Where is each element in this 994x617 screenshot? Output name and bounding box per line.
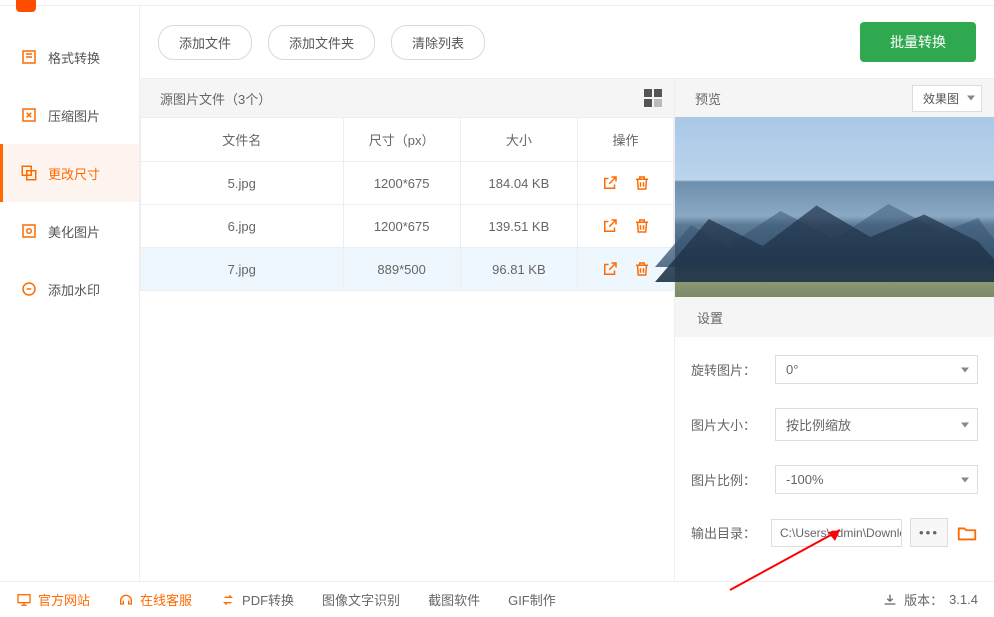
- file-list-title: 源图片文件（3个）: [160, 89, 271, 108]
- file-list-panel: 源图片文件（3个） 文件名 尺寸（px） 大小 操作: [140, 79, 674, 581]
- file-table: 文件名 尺寸（px） 大小 操作 5.jpg 1200*675 184.04 K…: [140, 117, 674, 291]
- preview-header: 预览 效果图: [675, 79, 994, 117]
- ratio-dropdown[interactable]: -100%: [775, 465, 978, 494]
- sidebar-item-compress[interactable]: 压缩图片: [0, 86, 139, 144]
- ratio-label: 图片比例：: [691, 470, 763, 489]
- table-row[interactable]: 5.jpg 1200*675 184.04 KB: [141, 162, 674, 205]
- download-icon: [882, 592, 898, 608]
- preview-panel: 预览 效果图 设置 旋转图片： 0°: [674, 79, 994, 581]
- file-list-header: 源图片文件（3个）: [140, 79, 674, 117]
- browse-button[interactable]: •••: [910, 518, 948, 547]
- preview-image: [675, 117, 994, 297]
- col-op: 操作: [578, 118, 674, 162]
- cell-name: 6.jpg: [141, 205, 344, 248]
- clear-list-button[interactable]: 清除列表: [391, 25, 485, 60]
- col-size: 大小: [460, 118, 577, 162]
- output-path-field[interactable]: C:\Users\admin\Downloads: [771, 519, 902, 547]
- footer-support[interactable]: 在线客服: [118, 590, 192, 609]
- col-name: 文件名: [141, 118, 344, 162]
- compress-icon: [20, 106, 38, 124]
- table-row[interactable]: 6.jpg 1200*675 139.51 KB: [141, 205, 674, 248]
- footer-gif[interactable]: GIF制作: [508, 590, 556, 609]
- preview-title: 预览: [695, 89, 721, 108]
- sidebar-label: 格式转换: [48, 48, 100, 67]
- view-toggle[interactable]: [644, 89, 662, 107]
- footer-screenshot[interactable]: 截图软件: [428, 590, 480, 609]
- table-row[interactable]: 7.jpg 889*500 96.81 KB: [141, 248, 674, 291]
- titlebar: [0, 0, 994, 6]
- cell-dim: 1200*675: [343, 162, 460, 205]
- toolbar: 添加文件 添加文件夹 清除列表 批量转换: [140, 6, 994, 78]
- sidebar-item-resize[interactable]: 更改尺寸: [0, 144, 139, 202]
- open-folder-icon[interactable]: [956, 522, 978, 544]
- sidebar: 格式转换 压缩图片 更改尺寸 美化图片 添加水印: [0, 6, 140, 581]
- open-icon[interactable]: [601, 260, 619, 278]
- cell-size: 139.51 KB: [460, 205, 577, 248]
- format-icon: [20, 48, 38, 66]
- swap-icon: [220, 592, 236, 608]
- footer-website[interactable]: 官方网站: [16, 590, 90, 609]
- watermark-icon: [20, 280, 38, 298]
- size-label: 图片大小：: [691, 415, 763, 434]
- cell-name: 5.jpg: [141, 162, 344, 205]
- output-label: 输出目录：: [691, 523, 763, 542]
- rotate-label: 旋转图片：: [691, 360, 763, 379]
- resize-icon: [20, 164, 38, 182]
- cell-size: 184.04 KB: [460, 162, 577, 205]
- trash-icon[interactable]: [633, 260, 651, 278]
- cell-name: 7.jpg: [141, 248, 344, 291]
- sidebar-label: 美化图片: [48, 222, 100, 241]
- col-dim: 尺寸（px）: [343, 118, 460, 162]
- settings-title: 设置: [697, 308, 723, 327]
- batch-convert-button[interactable]: 批量转换: [860, 22, 976, 62]
- open-icon[interactable]: [601, 217, 619, 235]
- sidebar-label: 压缩图片: [48, 106, 100, 125]
- trash-icon[interactable]: [633, 174, 651, 192]
- add-folder-button[interactable]: 添加文件夹: [268, 25, 375, 60]
- headset-icon: [118, 592, 134, 608]
- cell-dim: 1200*675: [343, 205, 460, 248]
- app-logo: [16, 0, 36, 12]
- open-icon[interactable]: [601, 174, 619, 192]
- sidebar-label: 添加水印: [48, 280, 100, 299]
- sidebar-label: 更改尺寸: [48, 164, 100, 183]
- effect-dropdown[interactable]: 效果图: [912, 85, 982, 112]
- sidebar-item-format[interactable]: 格式转换: [0, 28, 139, 86]
- trash-icon[interactable]: [633, 217, 651, 235]
- size-dropdown[interactable]: 按比例缩放: [775, 408, 978, 441]
- settings-header: 设置: [675, 297, 994, 337]
- monitor-icon: [16, 592, 32, 608]
- sidebar-item-watermark[interactable]: 添加水印: [0, 260, 139, 318]
- footer-version[interactable]: 版本： 3.1.4: [882, 590, 978, 609]
- sidebar-item-beautify[interactable]: 美化图片: [0, 202, 139, 260]
- cell-dim: 889*500: [343, 248, 460, 291]
- footer-ocr[interactable]: 图像文字识别: [322, 590, 400, 609]
- cell-size: 96.81 KB: [460, 248, 577, 291]
- statusbar: 官方网站 在线客服 PDF转换 图像文字识别 截图软件 GIF制作 版本： 3.…: [0, 581, 994, 617]
- footer-pdf[interactable]: PDF转换: [220, 590, 294, 609]
- rotate-dropdown[interactable]: 0°: [775, 355, 978, 384]
- beautify-icon: [20, 222, 38, 240]
- add-file-button[interactable]: 添加文件: [158, 25, 252, 60]
